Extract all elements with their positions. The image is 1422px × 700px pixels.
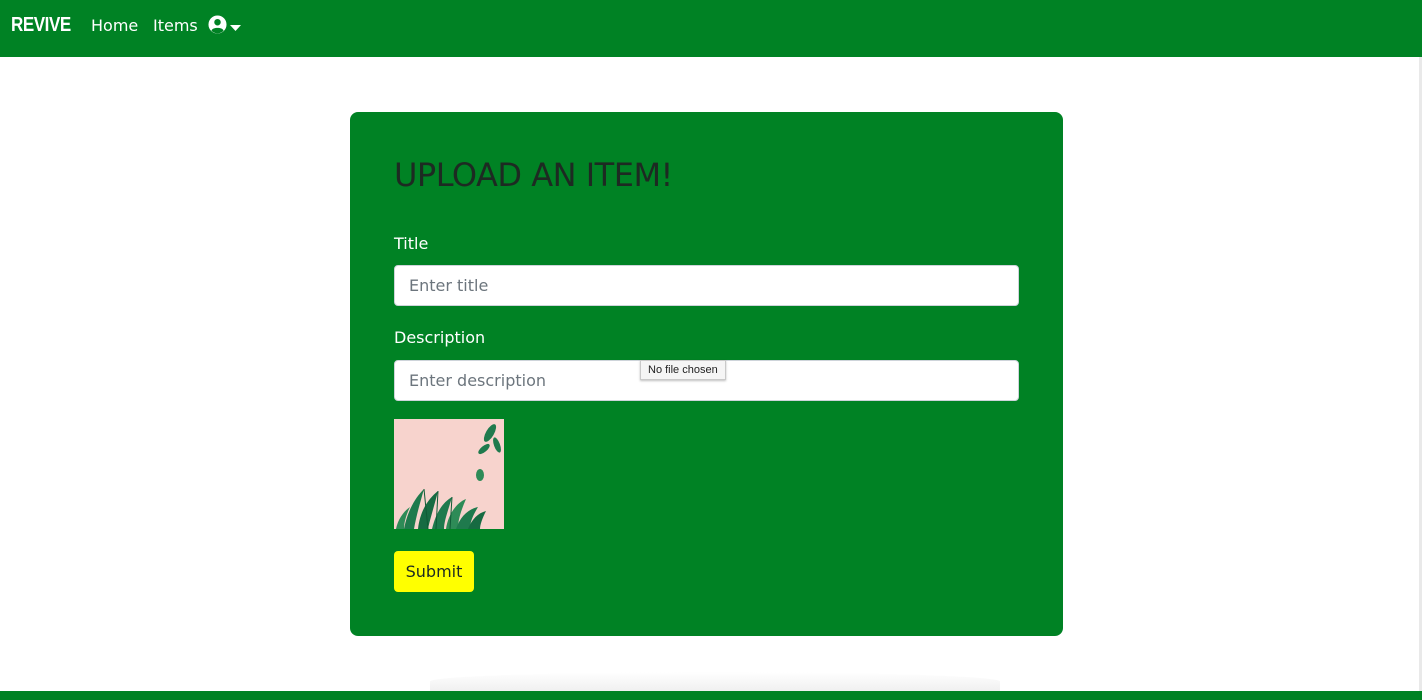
file-input-tooltip: No file chosen [640,360,726,380]
description-label: Description [394,328,486,347]
form-heading: UPLOAD AN ITEM! [394,156,673,194]
image-upload-thumbnail[interactable] [394,419,504,529]
top-navbar: REVIVE Home Items [0,0,1422,57]
nav-link-items[interactable]: Items [153,16,198,35]
footer-shadow [430,672,1000,691]
nav-link-home[interactable]: Home [91,16,138,35]
footer-bar [0,691,1422,700]
user-menu-dropdown[interactable] [208,14,241,38]
user-circle-icon [208,14,227,38]
title-label: Title [394,234,429,253]
plant-leaves-image [394,419,504,529]
submit-button[interactable]: Submit [394,551,474,592]
title-input[interactable] [394,265,1019,306]
caret-down-icon [230,17,241,36]
brand-logo[interactable]: REVIVE [11,14,71,37]
